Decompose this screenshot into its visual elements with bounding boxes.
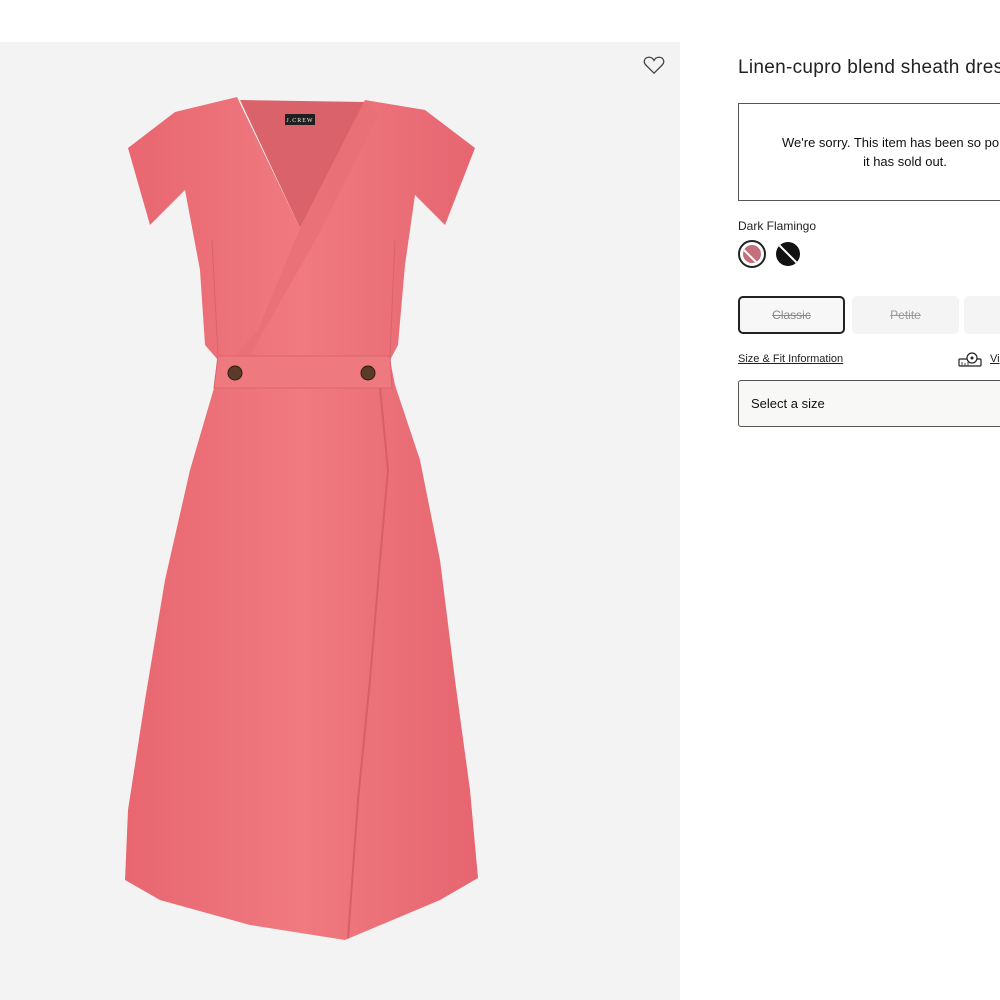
selected-color-name: Dark Flamingo (738, 219, 817, 233)
swatch-black[interactable] (776, 242, 800, 266)
product-image[interactable]: J.CREW (0, 42, 680, 1000)
view-size-chart-link[interactable]: Vi (990, 353, 1000, 365)
swatch-dark-flamingo[interactable] (738, 240, 766, 268)
swatch-fill (743, 245, 761, 263)
sold-out-message-line2: it has sold out. (863, 154, 947, 169)
fit-option-button[interactable] (964, 296, 1000, 334)
sold-out-notice: We're sorry. This item has been so popul… (738, 103, 1000, 201)
product-title: Linen-cupro blend sheath dress (738, 57, 1000, 78)
size-fit-info-link[interactable]: Size & Fit Information (738, 353, 843, 365)
fit-petite-button[interactable]: Petite (852, 296, 959, 334)
brand-label: J.CREW (286, 118, 313, 124)
fit-classic-button[interactable]: Classic (738, 296, 845, 334)
size-select-label: Select a size (751, 396, 825, 411)
heart-outline-icon[interactable] (643, 55, 665, 75)
sold-out-message-line1: We're sorry. This item has been so popul… (782, 135, 1000, 150)
measuring-tape-icon (958, 352, 982, 367)
product-image-panel: J.CREW (0, 42, 680, 1000)
product-info: Linen-cupro blend sheath dress We're sor… (738, 0, 1000, 1000)
size-select[interactable]: Select a size (738, 380, 1000, 427)
